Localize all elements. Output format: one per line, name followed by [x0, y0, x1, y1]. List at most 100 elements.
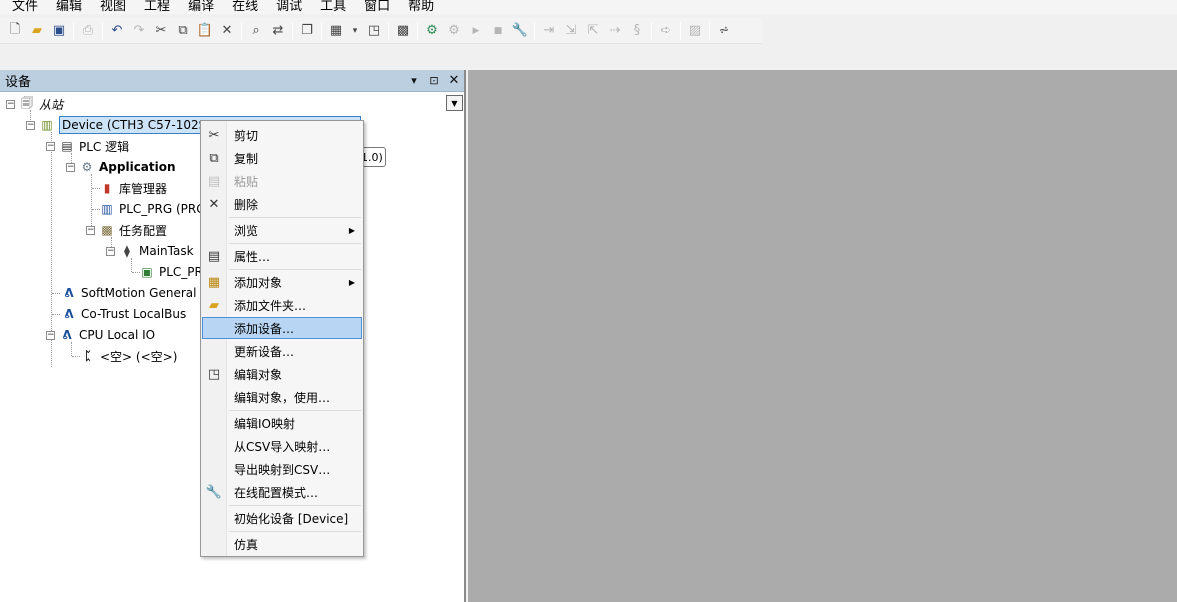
- menu-item-add-object[interactable]: ▦ 添加对象 ▶: [203, 271, 361, 293]
- tree-node-library-manager[interactable]: ▮ 库管理器: [99, 178, 167, 198]
- menu-item-export-csv[interactable]: 导出映射到CSV…: [203, 458, 361, 480]
- collapse-icon[interactable]: −: [46, 330, 55, 340]
- menu-edit[interactable]: 编辑: [46, 0, 90, 14]
- collapse-icon[interactable]: −: [6, 99, 15, 109]
- menu-item-copy[interactable]: ⧉ 复制: [203, 147, 361, 169]
- close-icon[interactable]: ✕: [444, 73, 464, 88]
- tree-node-root[interactable]: − 🗐 从站: [6, 94, 63, 114]
- menu-file[interactable]: 文件: [0, 0, 46, 14]
- menu-item-edit-io-mapping[interactable]: 编辑IO映射: [203, 412, 361, 434]
- menu-item-online-config[interactable]: 🔧 在线配置模式…: [203, 481, 361, 503]
- tree-node-cpu-local-io[interactable]: − ᕕ CPU Local IO: [46, 325, 155, 345]
- program-icon: ▥: [101, 202, 113, 216]
- slave-icon: 🗐: [21, 95, 33, 110]
- start-icon[interactable]: ▶: [465, 20, 487, 42]
- menu-tools[interactable]: 工具: [310, 0, 354, 14]
- delete-icon[interactable]: ✕: [216, 20, 238, 42]
- find-icon[interactable]: ⌕: [245, 20, 267, 42]
- menu-item-label: 添加对象: [234, 275, 283, 290]
- menu-item-label: 导出映射到CSV…: [234, 462, 331, 477]
- step-out-icon[interactable]: ⇱: [582, 20, 604, 42]
- add-object-icon[interactable]: ▦: [325, 20, 347, 42]
- menu-item-delete[interactable]: ✕ 删除: [203, 193, 361, 215]
- panel-menu-icon[interactable]: ▾: [404, 74, 424, 87]
- menu-item-label: 初始化设备 [Device]: [234, 511, 349, 526]
- menu-item-edit-object-with[interactable]: 编辑对象，使用…: [203, 386, 361, 408]
- add-object-dropdown-icon[interactable]: ▾: [347, 20, 363, 42]
- tree-line: [52, 293, 60, 294]
- logout-icon[interactable]: ⚙: [443, 20, 465, 42]
- tree-node-task-config[interactable]: − ▩ 任务配置: [86, 220, 167, 240]
- run-to-cursor-icon[interactable]: ⇢: [604, 20, 626, 42]
- tree-node-plc-prg-call[interactable]: ▣ PLC_PR: [139, 262, 203, 282]
- tree-label-cpu-local-io: CPU Local IO: [79, 328, 156, 342]
- menubar: 文件 编辑 视图 工程 编译 在线 调试 工具 窗口 帮助: [0, 0, 1177, 14]
- breakpoint-icon[interactable]: §: [626, 20, 648, 42]
- menu-window[interactable]: 窗口: [354, 0, 398, 14]
- tree-label-library-manager: 库管理器: [119, 181, 168, 196]
- tree-node-application[interactable]: − ⚙ Application: [66, 157, 176, 177]
- tree-node-cotrust[interactable]: ᕕ Co-Trust LocalBus: [61, 304, 186, 324]
- new-file-icon[interactable]: 🗋: [4, 20, 26, 42]
- menu-item-paste[interactable]: ▤ 粘贴: [203, 170, 361, 192]
- task-config-icon: ▩: [101, 223, 113, 237]
- collapse-icon[interactable]: −: [86, 225, 95, 235]
- stop-icon[interactable]: ■: [487, 20, 509, 42]
- edit-object-icon[interactable]: ◳: [363, 20, 385, 42]
- toggle-icon[interactable]: ▨: [684, 20, 706, 42]
- toolbar-separator: [388, 21, 389, 40]
- menu-item-browse[interactable]: 浏览 ▶: [203, 219, 361, 241]
- set-next-icon[interactable]: ➪: [655, 20, 677, 42]
- copy-icon[interactable]: ⧉: [172, 20, 194, 42]
- menu-item-simulation[interactable]: 仿真: [203, 533, 361, 555]
- open-folder-icon[interactable]: ▰: [26, 20, 48, 42]
- print-icon[interactable]: ⎙: [77, 20, 99, 42]
- tree-node-empty-slot[interactable]: ᛈ <空> (<空>): [80, 346, 177, 366]
- tree-node-plc-logic[interactable]: − ▤ PLC 逻辑: [46, 136, 129, 156]
- menu-item-add-device[interactable]: 添加设备…: [202, 317, 362, 339]
- menu-item-edit-object[interactable]: ◳ 编辑对象: [203, 363, 361, 385]
- menu-item-cut[interactable]: ✂ 剪切: [203, 124, 361, 146]
- menu-project[interactable]: 工程: [134, 0, 178, 14]
- tree-label-application: Application: [99, 160, 176, 174]
- tree-node-main-task[interactable]: − ⧫ MainTask: [106, 241, 194, 261]
- menu-item-properties[interactable]: ▤ 属性…: [203, 245, 361, 267]
- save-icon[interactable]: ▣: [48, 20, 70, 42]
- build-icon[interactable]: ▩: [392, 20, 414, 42]
- pin-icon[interactable]: ⊡: [424, 74, 444, 87]
- collapse-icon[interactable]: −: [26, 120, 35, 130]
- menu-help[interactable]: 帮助: [398, 0, 442, 14]
- paste-icon[interactable]: 📋: [194, 20, 216, 42]
- tree-label-root: 从站: [39, 97, 64, 112]
- undo-icon[interactable]: ↶: [106, 20, 128, 42]
- menu-debug[interactable]: 调试: [266, 0, 310, 14]
- menu-item-import-csv[interactable]: 从CSV导入映射…: [203, 435, 361, 457]
- tree-node-plc-prg[interactable]: ▥ PLC_PRG (PRG): [99, 199, 210, 219]
- dropdown-icon[interactable]: ⩫: [713, 20, 735, 42]
- menu-item-add-folder[interactable]: ▰ 添加文件夹…: [203, 294, 361, 316]
- device-panel-title: 设备: [5, 75, 32, 90]
- application-gear-icon: ⚙: [81, 160, 93, 174]
- menu-item-label: 添加设备…: [234, 321, 295, 336]
- collapse-icon[interactable]: −: [46, 141, 55, 151]
- collapse-icon[interactable]: −: [66, 162, 75, 172]
- login-icon[interactable]: ⚙: [421, 20, 443, 42]
- menu-online[interactable]: 在线: [222, 0, 266, 14]
- tree-label-task-config: 任务配置: [119, 223, 168, 238]
- menu-build[interactable]: 编译: [178, 0, 222, 14]
- device-panel-header: 设备 ▾ ⊡ ✕: [0, 70, 464, 92]
- library-icon: ▮: [103, 181, 111, 195]
- window-icon[interactable]: ❐: [296, 20, 318, 42]
- cut-icon[interactable]: ✂: [150, 20, 172, 42]
- redo-icon[interactable]: ↷: [128, 20, 150, 42]
- tree-dropdown-button[interactable]: ▼: [446, 95, 463, 111]
- toolbar-separator: [534, 21, 535, 40]
- menu-item-update-device[interactable]: 更新设备…: [203, 340, 361, 362]
- replace-icon[interactable]: ⇄: [267, 20, 289, 42]
- collapse-icon[interactable]: −: [106, 246, 115, 256]
- step-into-icon[interactable]: ⇲: [560, 20, 582, 42]
- online-config-icon[interactable]: 🔧: [509, 20, 531, 42]
- menu-view[interactable]: 视图: [90, 0, 134, 14]
- menu-item-init-device[interactable]: 初始化设备 [Device]: [203, 507, 361, 529]
- step-over-icon[interactable]: ⇥: [538, 20, 560, 42]
